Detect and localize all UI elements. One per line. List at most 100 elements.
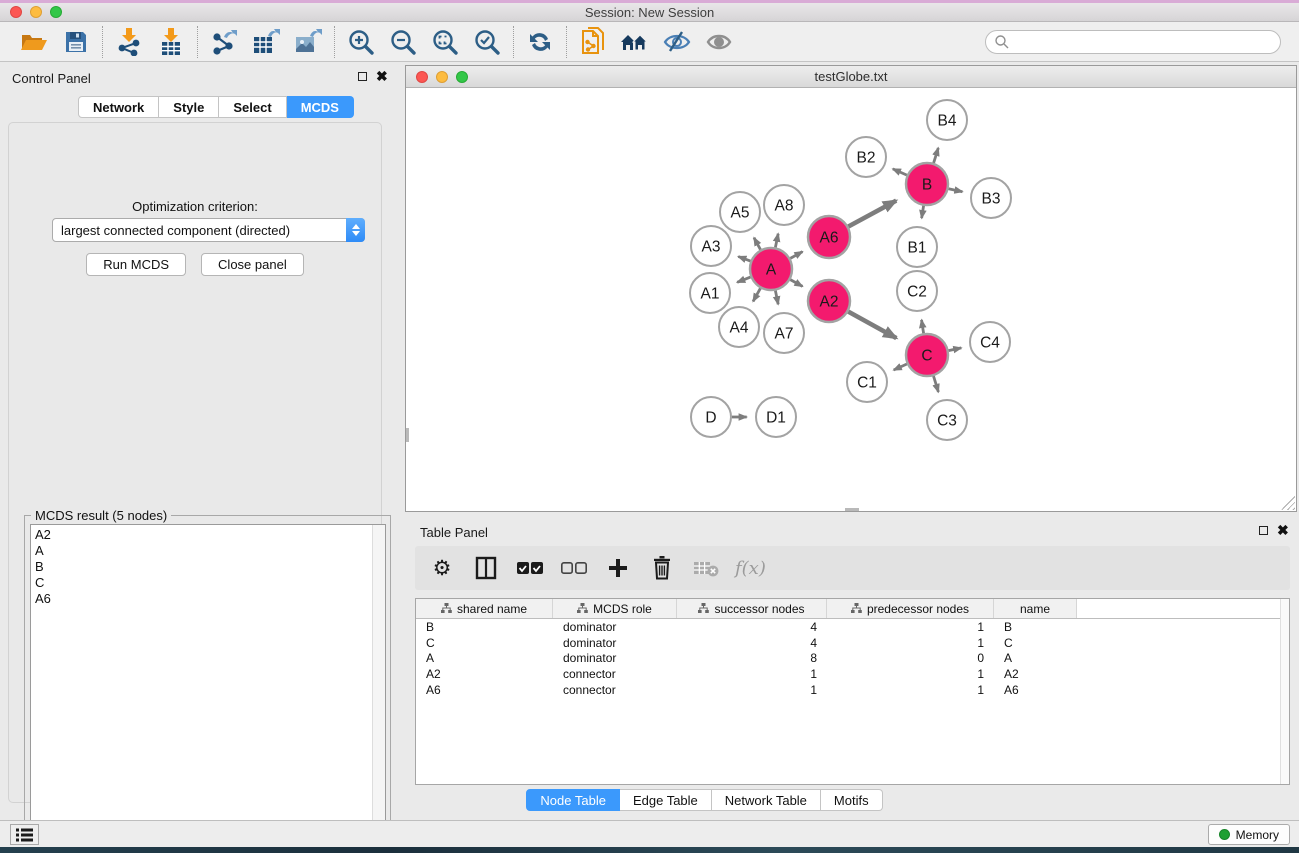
edge-A-A6[interactable] [790,252,802,259]
add-column-icon[interactable] [603,553,633,583]
delete-column-icon[interactable] [647,553,677,583]
edge-A-A8[interactable] [775,234,778,248]
table-cell[interactable]: 1 [827,666,994,682]
table-cell[interactable]: A2 [994,666,1077,682]
task-history-button[interactable] [10,824,39,845]
unselect-all-columns-icon[interactable] [559,553,589,583]
table-cell[interactable]: A6 [416,682,553,698]
edge-B-B4[interactable] [934,148,939,163]
network-graph[interactable]: B4B2BB3A5A8A6A3AB1A1A2C2A4A7C4C1CC3DD1 [406,88,1296,511]
canvas-hscroll-stub[interactable] [845,508,859,511]
zoom-out-icon[interactable] [387,26,419,58]
table-cell[interactable]: 1 [677,682,827,698]
search-field[interactable] [985,30,1281,54]
close-panel-button[interactable]: Close panel [201,253,304,276]
open-session-icon[interactable] [18,26,50,58]
tab-motifs[interactable]: Motifs [821,789,883,811]
edge-A2-C[interactable] [848,312,896,339]
export-image-icon[interactable] [292,26,324,58]
table-cell[interactable]: B [994,619,1077,635]
table-cell[interactable]: dominator [553,650,677,666]
edge-C-C3[interactable] [934,376,939,392]
tab-node-table[interactable]: Node Table [526,789,620,811]
table-cell[interactable]: C [416,635,553,651]
canvas-vscroll-stub[interactable] [406,428,409,442]
edge-A-A2[interactable] [790,280,802,287]
table-cell[interactable]: B [416,619,553,635]
table-cell[interactable]: dominator [553,635,677,651]
result-item[interactable]: B [35,559,372,575]
result-item[interactable]: C [35,575,372,591]
result-item[interactable]: A [35,543,372,559]
tab-edge-table[interactable]: Edge Table [620,789,712,811]
node-table[interactable]: shared nameMCDS rolesuccessor nodesprede… [415,598,1290,785]
edge-B-B1[interactable] [922,206,924,218]
zoom-fit-icon[interactable] [429,26,461,58]
column-header-successor-nodes[interactable]: successor nodes [677,599,827,618]
zoom-selected-icon[interactable] [471,26,503,58]
show-all-networks-icon[interactable] [619,26,651,58]
zoom-in-icon[interactable] [345,26,377,58]
control-panel-close-icon[interactable]: ✖ [376,71,388,81]
edge-C-C2[interactable] [922,320,924,333]
show-graphics-details-icon[interactable] [703,26,735,58]
table-panel-float-icon[interactable] [1259,526,1268,535]
search-input[interactable] [1010,34,1280,49]
table-cell[interactable]: 4 [677,619,827,635]
import-network-icon[interactable] [113,26,145,58]
table-cell[interactable]: 4 [677,635,827,651]
table-cell[interactable]: 1 [827,635,994,651]
run-mcds-button[interactable]: Run MCDS [86,253,186,276]
network-view-titlebar[interactable]: testGlobe.txt [406,66,1296,88]
tab-select[interactable]: Select [219,96,286,118]
table-row[interactable]: Bdominator41B [416,619,1289,635]
table-settings-gear-icon[interactable]: ⚙ [427,553,457,583]
table-panel-close-icon[interactable]: ✖ [1277,525,1289,535]
table-cell[interactable]: connector [553,682,677,698]
table-row[interactable]: A6connector11A6 [416,682,1289,698]
table-cell[interactable]: A [416,650,553,666]
table-cell[interactable]: connector [553,666,677,682]
control-panel-float-icon[interactable] [358,72,367,81]
table-cell[interactable]: 1 [827,682,994,698]
function-builder-icon[interactable]: f(x) [735,558,766,579]
column-header-shared-name[interactable]: shared name [416,599,553,618]
save-session-icon[interactable] [60,26,92,58]
clone-network-icon[interactable] [577,26,609,58]
edge-B-B2[interactable] [893,169,907,175]
hide-graphics-details-icon[interactable] [661,26,693,58]
export-network-icon[interactable] [208,26,240,58]
edge-A6-B[interactable] [848,201,896,227]
table-cell[interactable]: 0 [827,650,994,666]
show-column-icon[interactable] [471,553,501,583]
tab-network-table[interactable]: Network Table [712,789,821,811]
table-cell[interactable]: 1 [827,619,994,635]
memory-button[interactable]: Memory [1208,824,1290,845]
edge-C-C4[interactable] [949,348,962,351]
tab-style[interactable]: Style [159,96,219,118]
edge-A-A1[interactable] [737,277,750,282]
delete-table-icon[interactable] [691,553,721,583]
column-header-name[interactable]: name [994,599,1077,618]
tab-network[interactable]: Network [78,96,159,118]
edge-A-A4[interactable] [753,288,760,301]
table-scrollbar[interactable] [1280,599,1289,784]
resize-grip[interactable] [1281,496,1295,510]
result-item[interactable]: A2 [35,527,372,543]
table-cell[interactable]: 1 [677,666,827,682]
network-canvas[interactable]: B4B2BB3A5A8A6A3AB1A1A2C2A4A7C4C1CC3DD1 [406,88,1296,511]
select-all-columns-icon[interactable] [515,553,545,583]
column-header-predecessor-nodes[interactable]: predecessor nodes [827,599,994,618]
table-cell[interactable]: C [994,635,1077,651]
export-table-icon[interactable] [250,26,282,58]
result-item[interactable]: A6 [35,591,372,607]
criterion-dropdown[interactable]: largest connected component (directed) [52,218,365,242]
edge-C-C1[interactable] [894,364,907,370]
edge-A-A3[interactable] [738,257,750,262]
table-cell[interactable]: 8 [677,650,827,666]
table-row[interactable]: Adominator80A [416,650,1289,666]
table-row[interactable]: Cdominator41C [416,635,1289,651]
edge-A-A5[interactable] [754,238,761,250]
column-header-MCDS-role[interactable]: MCDS role [553,599,677,618]
tab-mcds[interactable]: MCDS [287,96,354,118]
